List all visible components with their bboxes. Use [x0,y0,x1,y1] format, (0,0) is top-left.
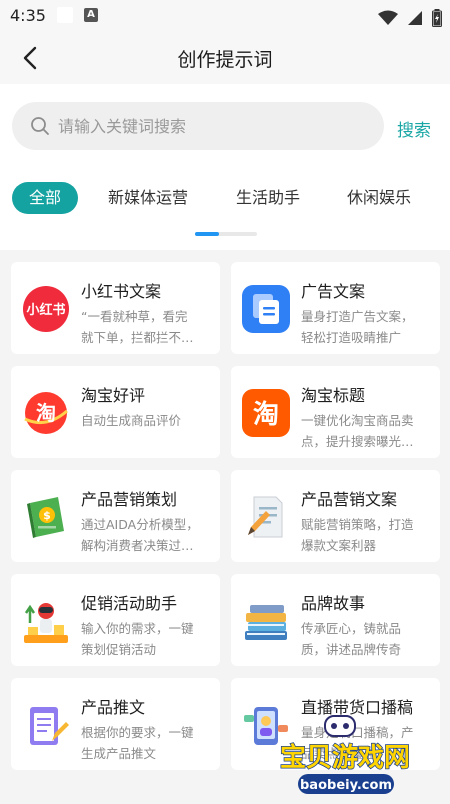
svg-text:$: $ [43,509,51,522]
xiaohongshu-icon: 小红书 [23,286,69,332]
notification-icon [57,7,73,23]
page-title: 创作提示词 [177,49,273,71]
card-promotion-assistant[interactable]: 促销活动助手 输入你的需求，一键 策划促销活动 [11,574,220,666]
signal-icon [407,10,422,25]
card-title: 品牌故事 [301,594,366,613]
card-brand-story[interactable]: 品牌故事 传承匠心，铸就品 质，讲述品牌传奇 [231,574,440,666]
card-taobao-review[interactable]: 淘 淘宝好评 自动生成商品评价 [11,366,220,458]
promotion-robot-icon [24,603,68,643]
card-xiaohongshu[interactable]: 小红书 小红书文案 “一看就种草，看完 就下单，拦都拦不… [11,262,220,354]
card-description: 一键优化淘宝商品卖 点，提升搜索曝光… [301,413,414,449]
card-product-post[interactable]: 产品推文 根据你的要求，一键 生成产品推文 [11,678,220,770]
card-title: 产品推文 [81,698,146,717]
category-tabs: 全部 新媒体运营 生活助手 休闲娱乐 [0,170,450,250]
live-stream-phone-icon [244,707,288,745]
card-ad-copy[interactable]: 广告文案 量身打造广告文案， 轻松打造吸睛推广 [231,262,440,354]
card-marketing-plan[interactable]: $ 产品营销策划 通过AIDA分析模型， 解构消费者决策过… [11,470,220,562]
chevron-left-icon [23,46,37,70]
search-icon [31,117,49,135]
status-time: 4:35 [10,6,46,25]
app-badge-icon: A [84,8,98,22]
svg-text:淘: 淘 [36,401,56,425]
back-button[interactable] [14,42,46,74]
card-title: 广告文案 [301,282,366,301]
card-taobao-title[interactable]: 淘 淘宝标题 一键优化淘宝商品卖 点，提升搜索曝光… [231,366,440,458]
status-icons [374,7,442,27]
document-stack-icon [242,285,290,333]
tab-scroll-indicator [195,232,257,236]
card-live-stream-script[interactable]: 直播带货口播稿 量身定制口播稿，产 品卖点全覆盖 [231,678,440,770]
card-title: 淘宝好评 [81,386,146,405]
card-description: 通过AIDA分析模型， 解构消费者决策过… [81,517,199,553]
taobao-icon: 淘 [24,392,68,434]
card-description: 量身定制口播稿，产 品卖点全覆盖 [301,725,414,761]
taobao-orange-icon: 淘 [242,389,290,437]
card-description: 传承匠心，铸就品 质，讲述品牌传奇 [301,621,402,657]
books-icon [245,605,287,640]
card-title: 小红书文案 [81,282,162,301]
money-book-icon: $ [27,497,64,538]
watermark-url: baobeiy.com [300,778,392,793]
search-area: 搜索 [0,84,450,170]
card-description: 根据你的要求，一键 生成产品推文 [81,725,194,761]
notepad-pen-icon [30,707,69,745]
search-button[interactable]: 搜索 [397,116,431,141]
tab-new-media[interactable]: 新媒体运营 [108,182,188,214]
search-input[interactable] [58,102,368,150]
status-bar: 4:35 A [0,0,450,32]
svg-text:小红书: 小红书 [26,302,65,318]
card-marketing-copy[interactable]: 产品营销文案 赋能营销策略，打造 爆款文案利器 [231,470,440,562]
document-pen-icon [248,496,283,538]
battery-icon [432,8,442,27]
card-description: 自动生成商品评价 [81,413,182,428]
card-description: 输入你的需求，一键 策划促销活动 [81,621,194,657]
card-title: 产品营销策划 [81,490,178,509]
tab-scroll-indicator-thumb [195,232,219,236]
card-description: 量身打造广告文案， 轻松打造吸睛推广 [301,309,414,345]
card-title: 直播带货口播稿 [301,698,414,717]
search-box[interactable] [12,102,384,150]
tab-life-assistant[interactable]: 生活助手 [236,182,300,214]
card-title: 淘宝标题 [301,386,366,405]
top-bar: 创作提示词 [0,32,450,84]
card-title: 产品营销文案 [301,490,398,509]
card-description: “一看就种草，看完 就下单，拦都拦不… [81,309,194,345]
tab-leisure[interactable]: 休闲娱乐 [347,182,411,214]
card-title: 促销活动助手 [81,594,178,613]
wifi-icon [377,10,398,25]
svg-text:淘: 淘 [253,400,279,430]
card-description: 赋能营销策略，打造 爆款文案利器 [301,517,414,553]
tab-all[interactable]: 全部 [12,182,79,214]
